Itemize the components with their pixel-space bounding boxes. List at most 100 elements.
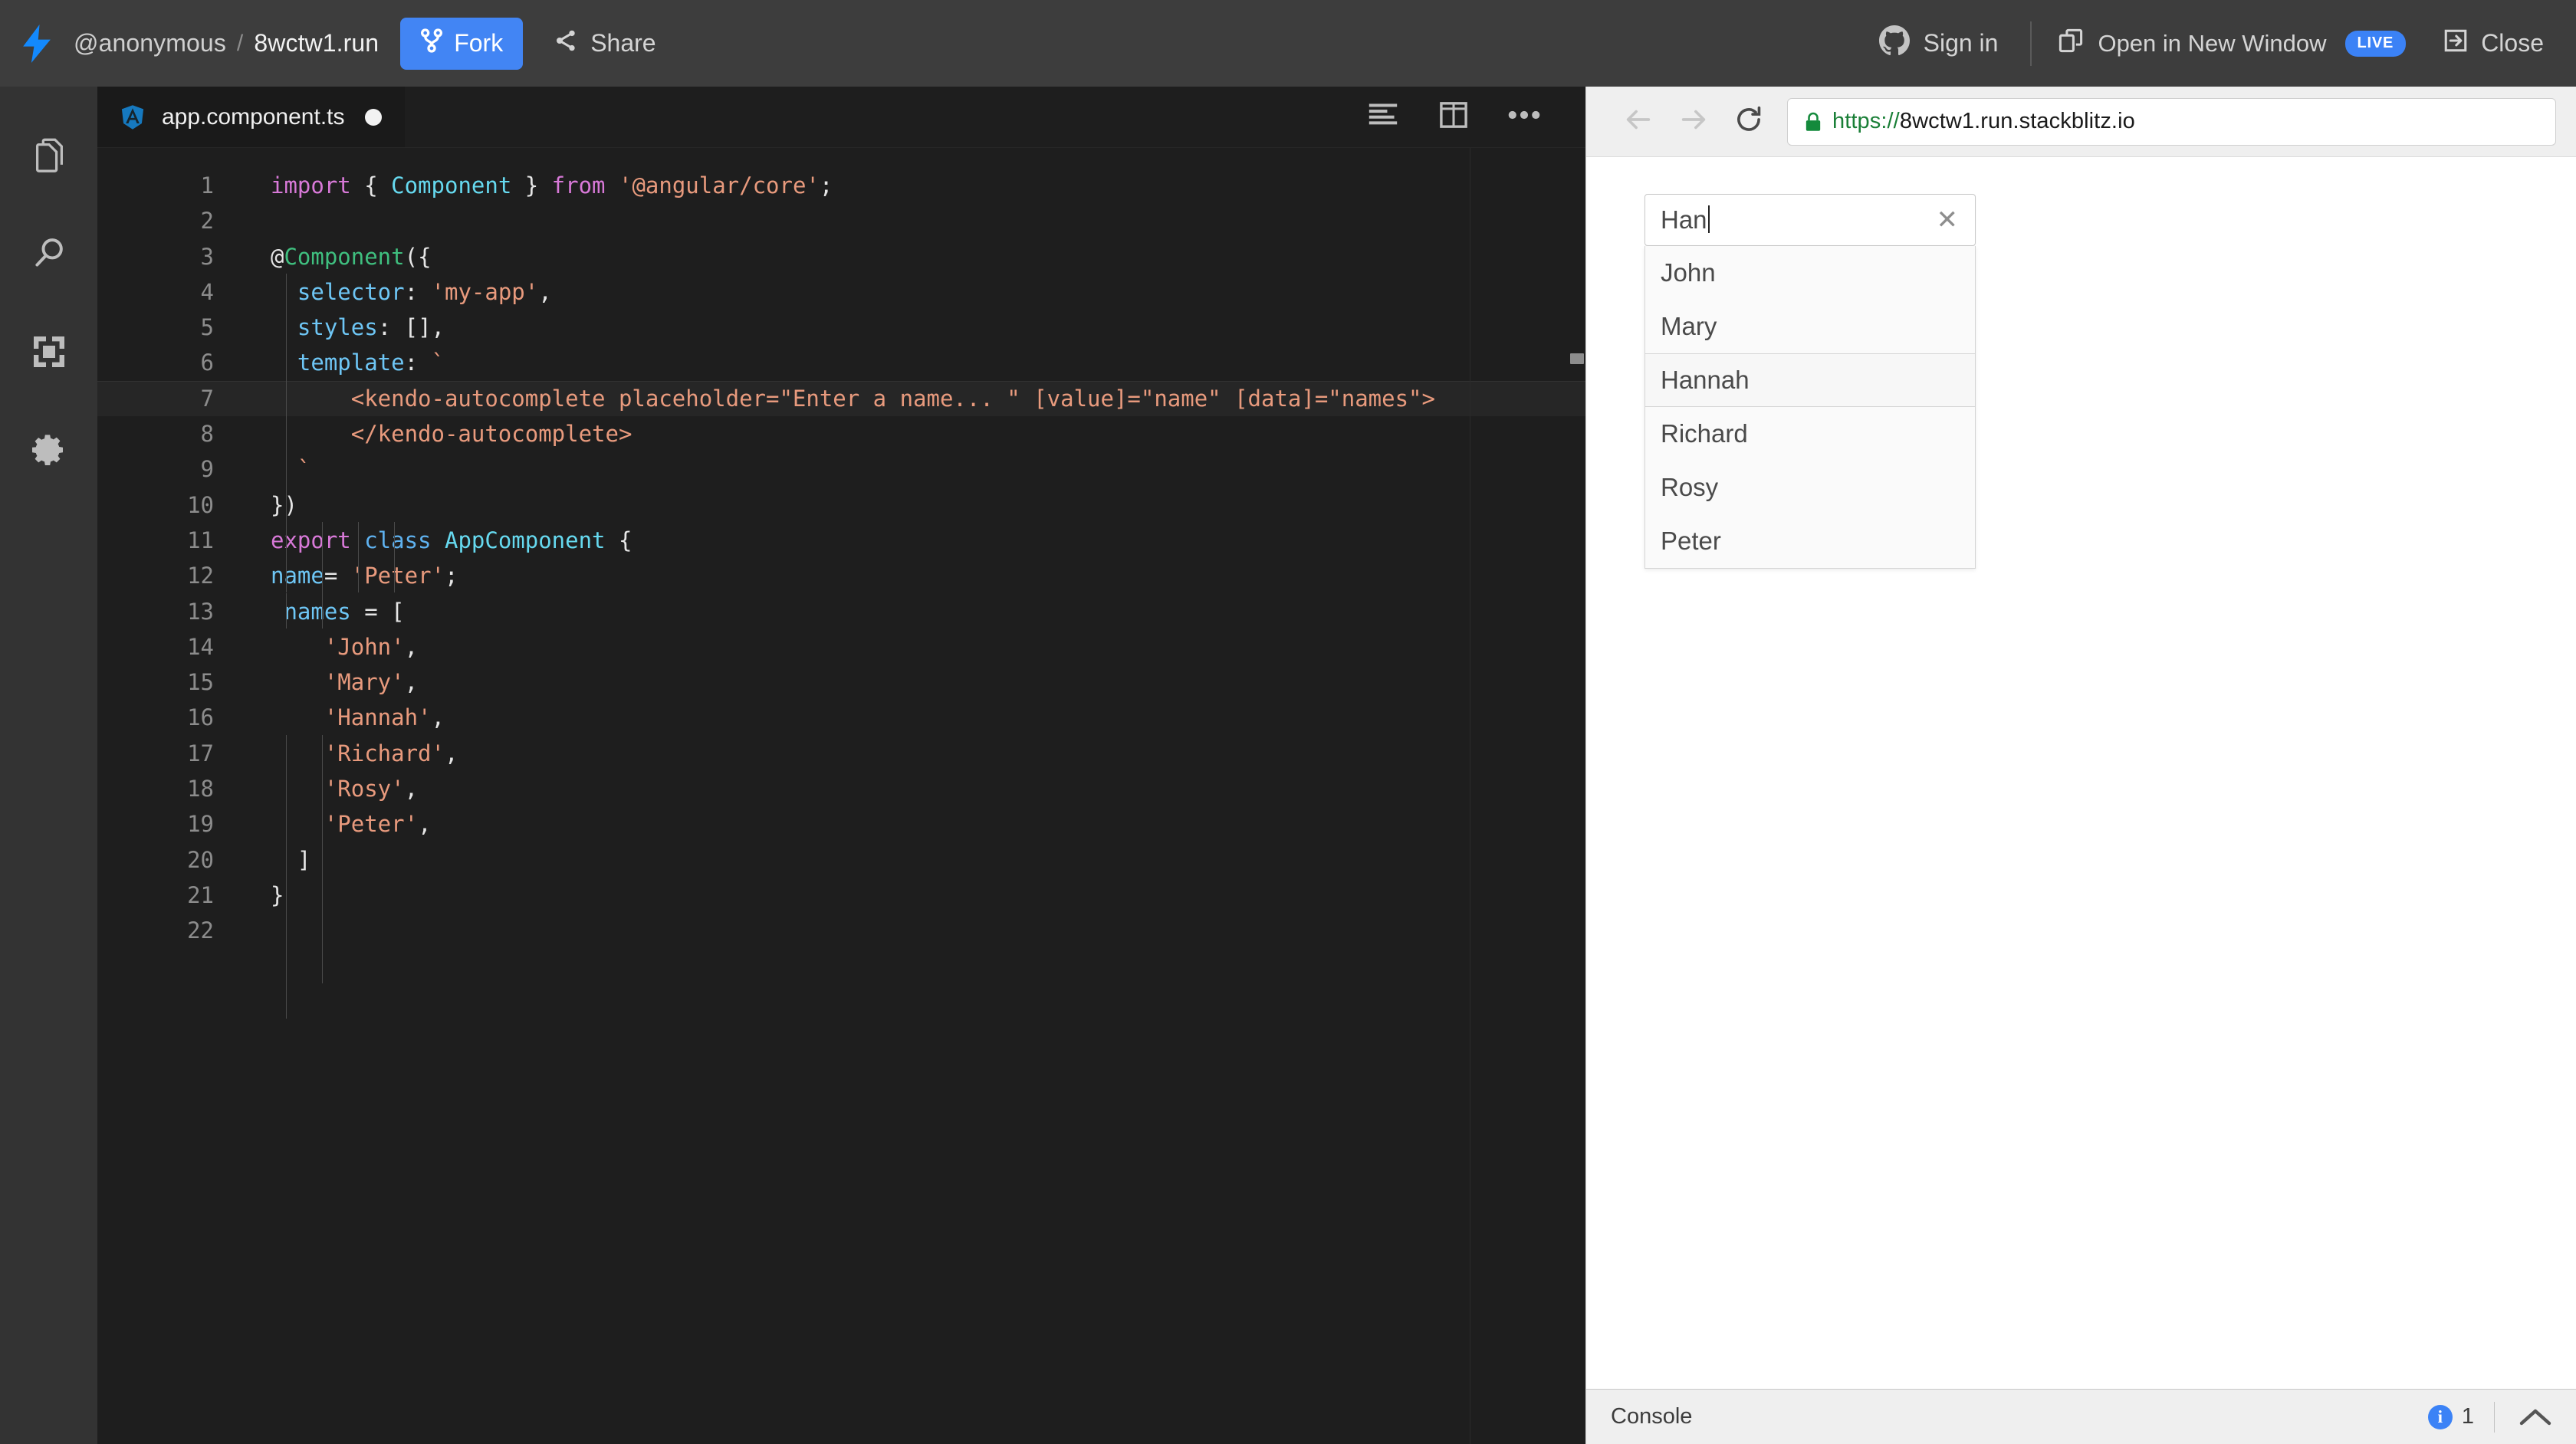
reload-button[interactable] <box>1721 94 1776 149</box>
code-line[interactable]: 18 'Rosy', <box>97 771 1585 806</box>
fork-button[interactable]: Fork <box>400 17 524 70</box>
line-content[interactable]: </kendo-autocomplete> <box>235 416 1585 451</box>
sidebar-item-dependencies[interactable] <box>0 303 97 401</box>
code-line[interactable]: 10}) <box>97 487 1585 523</box>
code-line[interactable]: 5 styles: [], <box>97 310 1585 345</box>
line-content[interactable]: export class AppComponent { <box>235 523 1585 558</box>
code-lines[interactable]: 1 import { Component } from '@angular/cor… <box>97 148 1585 949</box>
line-content[interactable] <box>235 913 1585 948</box>
code-line[interactable]: 17 'Richard', <box>97 736 1585 771</box>
clear-x-icon[interactable]: ✕ <box>1932 207 1963 233</box>
code-token: template <box>297 350 405 376</box>
sidebar-item-settings[interactable] <box>0 401 97 499</box>
format-code-button[interactable] <box>1348 87 1418 148</box>
line-content[interactable]: 'Richard', <box>235 736 1585 771</box>
sidebar-item-files[interactable] <box>0 107 97 205</box>
autocomplete-option[interactable]: Peter <box>1645 514 1975 568</box>
line-content[interactable]: }) <box>235 487 1585 523</box>
line-content[interactable]: names = [ <box>235 594 1585 629</box>
split-editor-button[interactable] <box>1418 87 1489 148</box>
code-token: } <box>271 881 284 908</box>
code-token: ({ <box>404 243 432 270</box>
code-line[interactable]: 1 import { Component } from '@angular/cor… <box>97 168 1585 203</box>
autocomplete-option[interactable]: Hannah <box>1645 353 1975 407</box>
editor-panel: app.component.ts 1 import {Component} … <box>97 87 1585 1444</box>
sidebar-item-search[interactable] <box>0 205 97 303</box>
preview-viewport: Han ✕ John Mary Hannah Richard Rosy Peter <box>1586 157 2576 1389</box>
close-button[interactable]: Close <box>2423 17 2559 71</box>
line-content[interactable] <box>235 203 1585 238</box>
code-token: = <box>324 563 351 589</box>
autocomplete-option[interactable]: John <box>1645 246 1975 300</box>
line-content[interactable]: name= 'Peter'; <box>235 558 1585 593</box>
sign-in-button[interactable]: Sign in <box>1856 17 2022 71</box>
address-bar[interactable]: https://8wctw1.run.stackblitz.io <box>1787 97 2556 146</box>
line-number: 13 <box>187 598 214 625</box>
kendo-autocomplete: Han ✕ John Mary Hannah Richard Rosy Peter <box>1644 194 1976 569</box>
autocomplete-option[interactable]: Mary <box>1645 300 1975 353</box>
more-options-button[interactable] <box>1489 87 1559 148</box>
code-token: names <box>284 598 351 625</box>
chevron-up-icon[interactable] <box>2515 1396 2556 1438</box>
code-line[interactable]: 12 name= 'Peter'; <box>97 558 1585 593</box>
line-number: 19 <box>187 811 214 838</box>
line-content[interactable]: <kendo-autocomplete placeholder="Enter a… <box>235 381 1585 416</box>
editor-scrollbar-thumb[interactable] <box>1570 353 1584 364</box>
editor-scrollbar[interactable] <box>1570 148 1585 1444</box>
code-line[interactable]: 4 selector: 'my-app', <box>97 274 1585 310</box>
code-token: Component <box>391 172 512 199</box>
back-button[interactable] <box>1611 94 1666 149</box>
lightning-bolt-icon[interactable] <box>20 24 54 63</box>
line-content[interactable]: template: ` <box>235 345 1585 380</box>
code-line[interactable]: 8 </kendo-autocomplete> <box>97 416 1585 451</box>
breadcrumb-user[interactable]: @anonymous <box>74 29 226 57</box>
line-content[interactable]: ` <box>235 451 1585 487</box>
search-icon <box>30 235 68 273</box>
code-line[interactable]: 22 <box>97 913 1585 948</box>
line-content[interactable]: } <box>235 878 1585 913</box>
line-content[interactable]: selector: 'my-app', <box>235 274 1585 310</box>
autocomplete-option[interactable]: Richard <box>1645 407 1975 461</box>
code-editor-area[interactable]: 1 import { Component } from '@angular/cor… <box>97 148 1585 1444</box>
code-line[interactable]: 11 export class AppComponent { <box>97 523 1585 558</box>
autocomplete-dropdown-list[interactable]: John Mary Hannah Richard Rosy Peter <box>1644 246 1976 569</box>
breadcrumb-project[interactable]: 8wctw1.run <box>254 29 379 57</box>
editor-tab-app-component[interactable]: app.component.ts <box>97 87 405 147</box>
code-token: : <box>404 350 432 376</box>
code-line[interactable]: 19 'Peter', <box>97 806 1585 842</box>
forward-button[interactable] <box>1666 94 1721 149</box>
line-content[interactable]: 'Hannah', <box>235 700 1585 735</box>
code-line[interactable]: 16 'Hannah', <box>97 700 1585 735</box>
line-content[interactable]: styles: [], <box>235 310 1585 345</box>
autocomplete-input-value[interactable]: Han <box>1661 205 1710 235</box>
code-line[interactable]: 14 'John', <box>97 629 1585 665</box>
line-content[interactable]: import { Component } from '@angular/core… <box>235 168 1585 203</box>
line-content[interactable]: 'Peter', <box>235 806 1585 842</box>
code-line[interactable]: 13 names = [ <box>97 594 1585 629</box>
code-line[interactable]: 21} <box>97 878 1585 913</box>
share-button[interactable]: Share <box>543 18 666 70</box>
code-line[interactable]: 15 'Mary', <box>97 665 1585 700</box>
code-line[interactable]: 2 <box>97 203 1585 238</box>
autocomplete-option[interactable]: Rosy <box>1645 461 1975 514</box>
code-line[interactable]: 3 @Component({ <box>97 239 1585 274</box>
console-bar[interactable]: Console i 1 <box>1586 1389 2576 1444</box>
code-token: selector <box>297 278 405 305</box>
info-icon[interactable]: i <box>2427 1404 2453 1429</box>
line-content[interactable]: @Component({ <box>235 239 1585 274</box>
code-line[interactable]: 6 template: ` <box>97 345 1585 380</box>
line-content[interactable]: ] <box>235 842 1585 878</box>
line-content[interactable]: 'Rosy', <box>235 771 1585 806</box>
autocomplete-input-wrapper[interactable]: Han ✕ <box>1644 194 1976 246</box>
line-content[interactable]: 'John', <box>235 629 1585 665</box>
code-line[interactable]: 7 <kendo-autocomplete placeholder="Enter… <box>97 380 1585 417</box>
line-content[interactable]: 'Mary', <box>235 665 1585 700</box>
code-line[interactable]: 20 ] <box>97 842 1585 878</box>
code-line[interactable]: 9 ` <box>97 451 1585 487</box>
open-in-new-window-button[interactable]: Open in New Window LIVE <box>2041 17 2423 71</box>
